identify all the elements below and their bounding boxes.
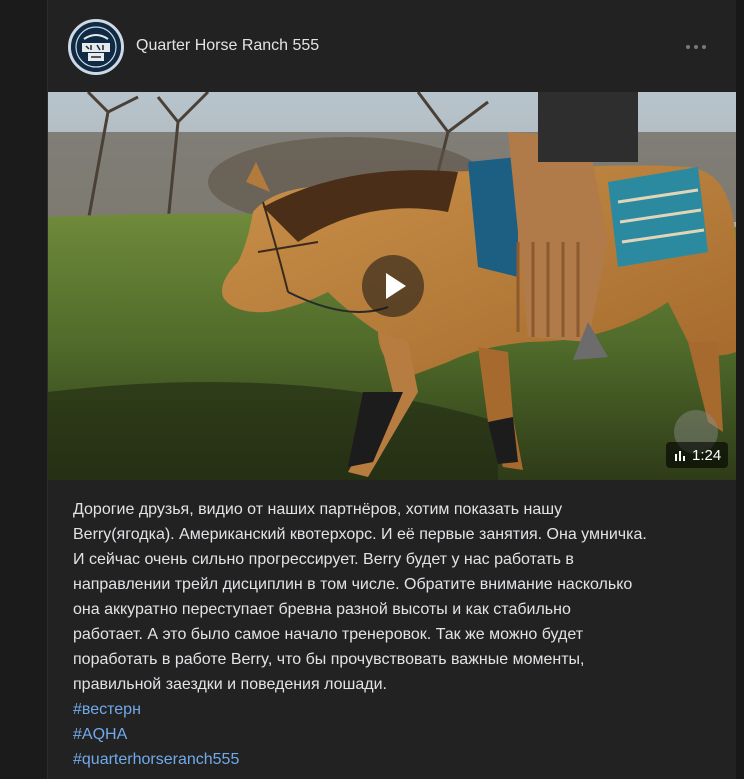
more-options-icon[interactable]	[684, 37, 708, 57]
post-text: Дорогие друзья, видио от наших партнёров…	[73, 497, 723, 772]
post-text-line: И сейчас очень сильно прогрессирует. Ber…	[73, 551, 574, 568]
play-icon	[386, 273, 406, 299]
video-duration: 1:24	[692, 446, 722, 464]
left-sidebar-strip	[0, 0, 47, 779]
hashtag-link[interactable]: #вестерн	[73, 697, 723, 722]
play-button[interactable]	[362, 255, 424, 317]
post-text-line: правильной заездки и поведения лошади.	[73, 676, 387, 693]
video-duration-badge: 1:24	[666, 442, 729, 468]
post-text-line: направлении трейл дисциплин в том числе.…	[73, 576, 633, 593]
post-header: Quarter Horse Ranch 555	[48, 0, 736, 92]
post-text-line: поработать в работе Berry, что бы прочув…	[73, 651, 585, 668]
post-card: Quarter Horse Ranch 555 1:24 Дорогие дру…	[47, 0, 737, 779]
post-text-line: Дорогие друзья, видио от наших партнёров…	[73, 501, 563, 518]
right-scroll-strip	[736, 0, 744, 779]
post-text-line: Berry(ягодка). Американский квотерхорс. …	[73, 526, 647, 543]
hashtag-link[interactable]: #AQHA	[73, 722, 723, 747]
hashtag-link[interactable]: #quarterhorseranch555	[73, 747, 723, 772]
video-player[interactable]: 1:24	[48, 92, 736, 480]
post-text-line: она аккуратно переступает бревна разной …	[73, 601, 571, 618]
bar-chart-icon	[675, 451, 685, 461]
post-text-line: работает. А это было самое начало тренер…	[73, 626, 584, 643]
ranch-logo-icon	[71, 22, 121, 72]
avatar[interactable]	[68, 19, 124, 75]
author-name[interactable]: Quarter Horse Ranch 555	[136, 37, 319, 55]
